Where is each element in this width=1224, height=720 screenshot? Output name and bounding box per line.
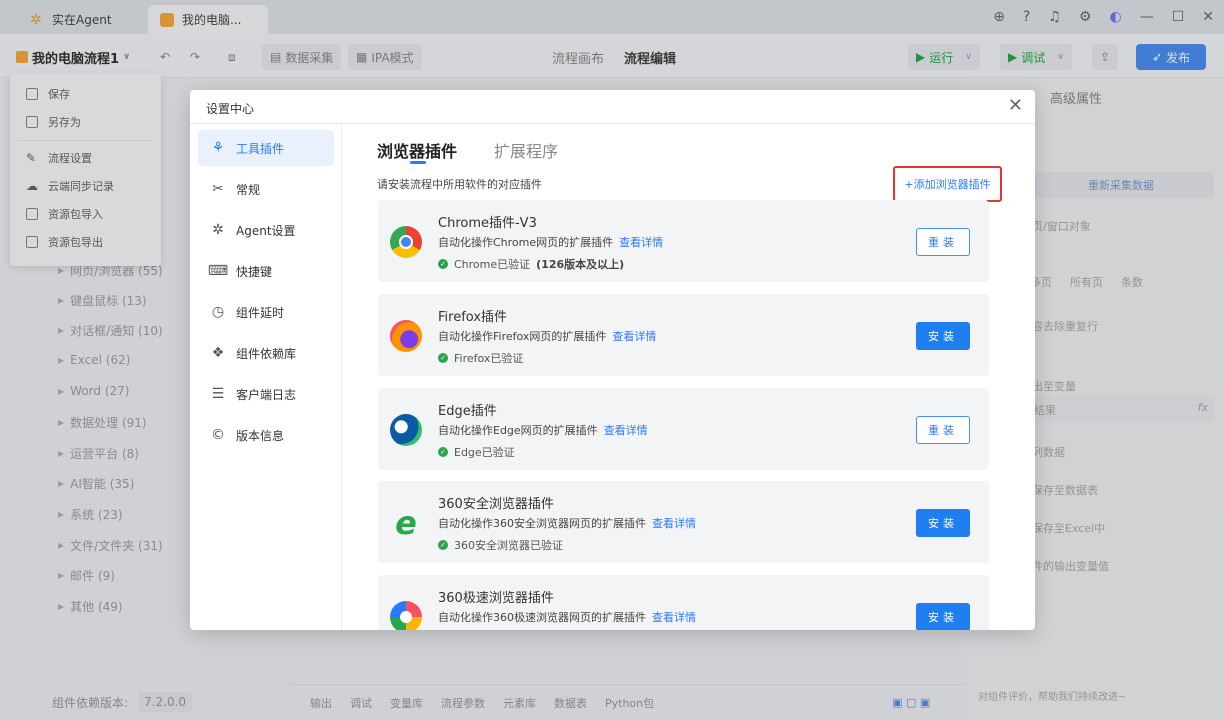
plugin-card-360-speed: 360极速浏览器插件 自动化操作360极速浏览器网页的扩展插件 查看详情 安装	[378, 575, 989, 630]
tab-extensions[interactable]: 扩展程序	[494, 138, 558, 162]
reinstall-button[interactable]: 重装	[916, 228, 970, 256]
dialog-header: 设置中心 ✕	[190, 90, 1035, 124]
plugin-desc-text: 自动化操作Chrome网页的扩展插件	[438, 236, 614, 249]
add-browser-plugin-link[interactable]: +添加浏览器插件	[893, 166, 1002, 202]
sidebar-item-delay[interactable]: ◷ 组件延时	[198, 294, 334, 330]
sidebar-item-version[interactable]: © 版本信息	[198, 417, 334, 453]
sidebar-item-shortcuts[interactable]: ⌨ 快捷键	[198, 253, 334, 289]
dialog-title: 设置中心	[206, 102, 255, 116]
plugin-status: ✓ Edge已验证	[438, 444, 515, 460]
view-details-link[interactable]: 查看详情	[612, 328, 656, 344]
sidebar-item-label: 版本信息	[236, 428, 285, 443]
install-button[interactable]: 安装	[916, 603, 970, 630]
chrome-logo-icon	[390, 226, 422, 258]
view-details-link[interactable]: 查看详情	[652, 609, 696, 625]
verified-text: Firefox已验证	[454, 352, 524, 365]
plugin-desc-text: 自动化操作360安全浏览器网页的扩展插件	[438, 517, 646, 530]
sidebar-item-label: 组件延时	[236, 305, 285, 320]
plugin-desc: 自动化操作Firefox网页的扩展插件 查看详情	[438, 328, 656, 344]
gear-icon: ✲	[212, 222, 224, 238]
plugin-desc: 自动化操作360极速浏览器网页的扩展插件 查看详情	[438, 609, 696, 625]
verified-icon: ✓	[438, 540, 448, 550]
verified-text: Chrome已验证	[454, 258, 531, 271]
plugin-card-firefox: Firefox插件 自动化操作Firefox网页的扩展插件 查看详情 ✓ Fir…	[378, 294, 989, 376]
settings-content: 浏览器插件 扩展程序 请安装流程中所用软件的对应插件 +添加浏览器插件 Chro…	[342, 124, 1035, 630]
sidebar-item-agent-settings[interactable]: ✲ Agent设置	[198, 212, 334, 248]
sidebar-item-label: 工具插件	[236, 141, 285, 156]
360-speed-logo-icon	[390, 601, 422, 630]
puzzle-icon: ⚘	[211, 140, 225, 156]
keyboard-icon: ⌨	[207, 263, 229, 279]
tools-icon: ✂	[212, 181, 224, 197]
log-icon: ☰	[211, 386, 225, 402]
view-details-link[interactable]: 查看详情	[652, 515, 696, 531]
active-tab-indicator	[410, 161, 426, 164]
plugin-name: 360安全浏览器插件	[438, 497, 554, 512]
sidebar-item-client-log[interactable]: ☰ 客户端日志	[198, 376, 334, 412]
copyright-icon: ©	[211, 427, 225, 443]
verified-text: Edge已验证	[454, 446, 515, 459]
close-icon[interactable]: ✕	[1008, 96, 1023, 116]
tab-browser-plugins[interactable]: 浏览器插件	[377, 138, 457, 162]
install-hint: 请安装流程中所用软件的对应插件	[377, 178, 542, 191]
settings-dialog: 设置中心 ✕ ⚘ 工具插件 ✂ 常规 ✲ Agent设置 ⌨ 快捷键 ◷ 组件延…	[190, 90, 1035, 630]
verified-icon: ✓	[438, 259, 448, 269]
settings-sidebar: ⚘ 工具插件 ✂ 常规 ✲ Agent设置 ⌨ 快捷键 ◷ 组件延时 ❖ 组件依…	[190, 124, 342, 630]
view-details-link[interactable]: 查看详情	[604, 422, 648, 438]
sidebar-item-label: Agent设置	[236, 223, 296, 238]
sidebar-item-label: 客户端日志	[236, 387, 297, 402]
360-safe-logo-icon: e	[395, 504, 417, 542]
view-details-link[interactable]: 查看详情	[619, 234, 663, 250]
plugin-status: ✓ Firefox已验证	[438, 350, 523, 366]
reinstall-button[interactable]: 重装	[916, 416, 970, 444]
sidebar-item-dependencies[interactable]: ❖ 组件依赖库	[198, 335, 334, 371]
version-note: (126版本及以上)	[536, 258, 625, 271]
plugin-desc: 自动化操作Chrome网页的扩展插件 查看详情	[438, 234, 663, 250]
plugin-desc-text: 自动化操作Edge网页的扩展插件	[438, 424, 598, 437]
plugin-desc: 自动化操作360安全浏览器网页的扩展插件 查看详情	[438, 515, 696, 531]
firefox-logo-icon	[390, 320, 422, 352]
plugin-desc-text: 自动化操作Firefox网页的扩展插件	[438, 330, 607, 343]
plugin-card-chrome: Chrome插件-V3 自动化操作Chrome网页的扩展插件 查看详情 ✓ Ch…	[378, 200, 989, 282]
verified-icon: ✓	[438, 447, 448, 457]
edge-logo-icon	[390, 414, 422, 446]
sidebar-item-label: 快捷键	[236, 264, 273, 279]
install-button[interactable]: 安装	[916, 322, 970, 350]
sidebar-item-general[interactable]: ✂ 常规	[198, 171, 334, 207]
sidebar-item-label: 常规	[236, 182, 261, 197]
plugin-desc: 自动化操作Edge网页的扩展插件 查看详情	[438, 422, 648, 438]
plugin-desc-text: 自动化操作360极速浏览器网页的扩展插件	[438, 611, 646, 624]
sidebar-item-label: 组件依赖库	[236, 346, 297, 361]
plugin-card-edge: Edge插件 自动化操作Edge网页的扩展插件 查看详情 ✓ Edge已验证 重…	[378, 388, 989, 470]
sidebar-item-tool-plugins[interactable]: ⚘ 工具插件	[198, 130, 334, 166]
plugin-name: 360极速浏览器插件	[438, 591, 554, 606]
install-button[interactable]: 安装	[916, 509, 970, 537]
plugin-name: Chrome插件-V3	[438, 216, 537, 231]
plugin-name: Firefox插件	[438, 310, 508, 325]
plugin-status: ✓ Chrome已验证 (126版本及以上)	[438, 256, 624, 272]
verified-text: 360安全浏览器已验证	[454, 539, 563, 552]
verified-icon: ✓	[438, 353, 448, 363]
plugin-name: Edge插件	[438, 404, 497, 419]
clock-icon: ◷	[211, 304, 225, 320]
plugin-status: ✓ 360安全浏览器已验证	[438, 537, 563, 553]
plugin-card-360-safe: e 360安全浏览器插件 自动化操作360安全浏览器网页的扩展插件 查看详情 ✓…	[378, 481, 989, 563]
layers-icon: ❖	[211, 345, 225, 361]
